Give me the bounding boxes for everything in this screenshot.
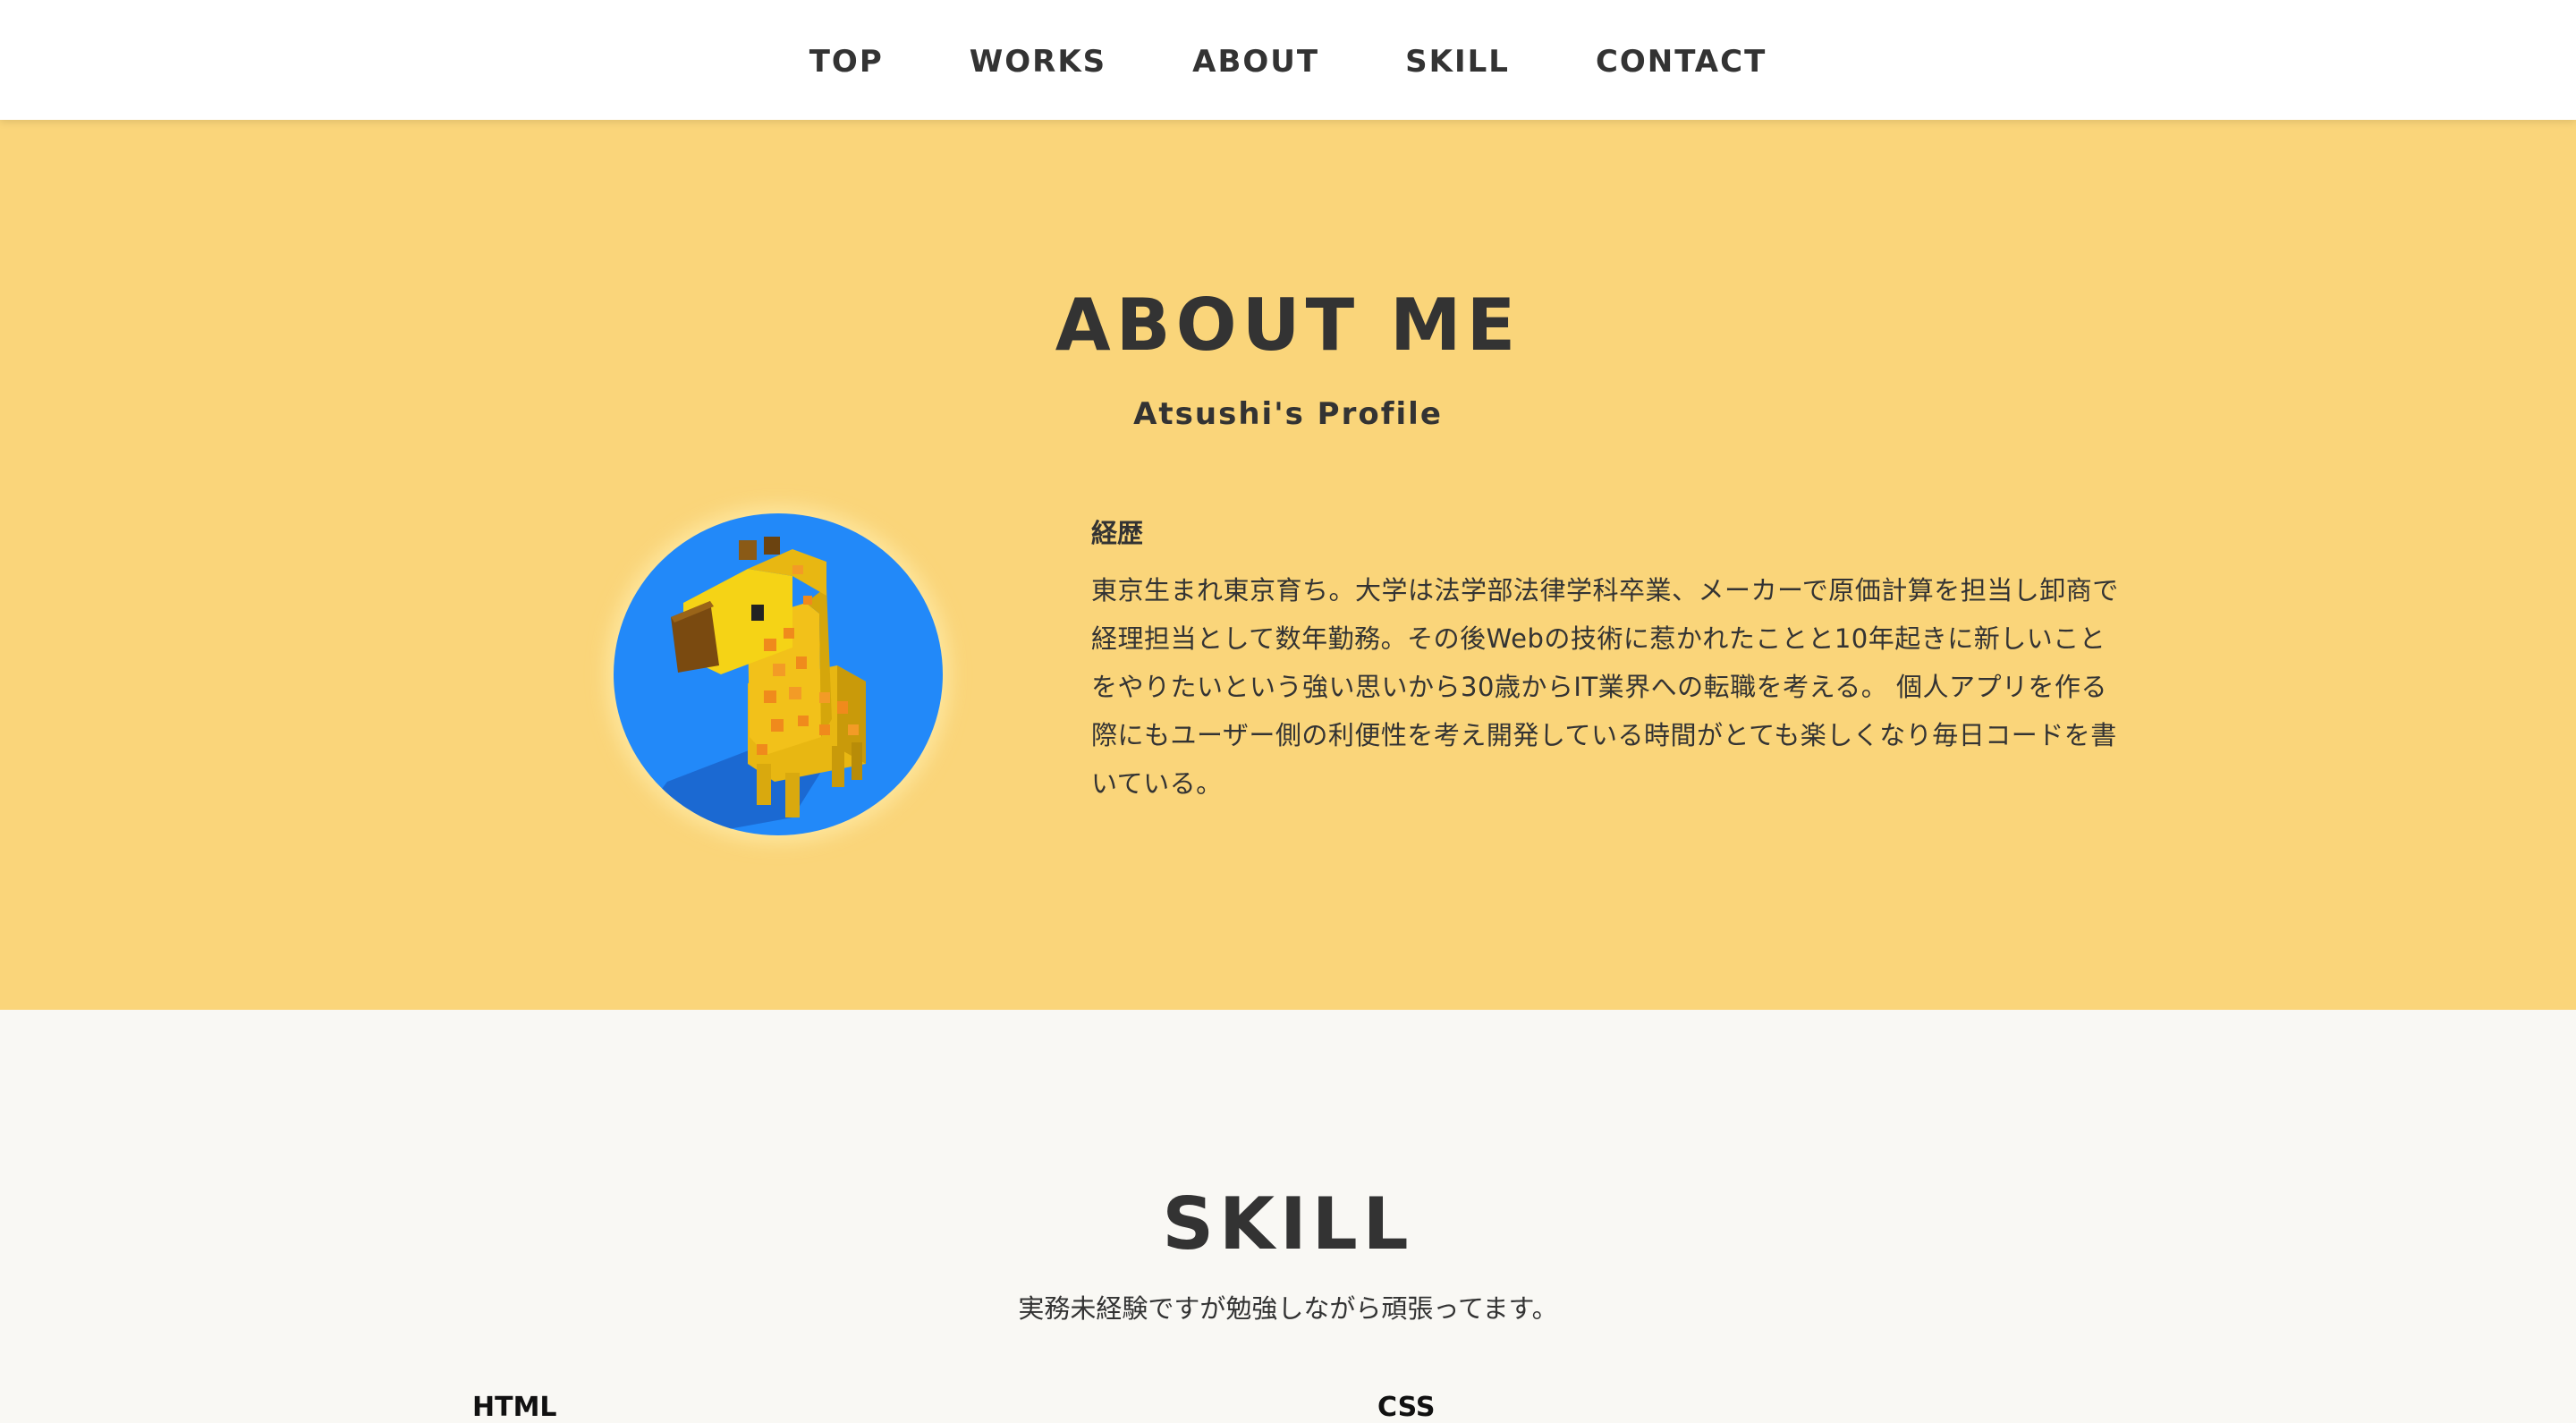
skill-subtitle: 実務未経験ですが勉強しながら頑張ってます。 [1018,1293,1558,1324]
skill-title: SKILL [1162,1182,1414,1266]
about-title: ABOUT ME [1055,284,1521,367]
site-header: TOP WORKS ABOUT SKILL CONTACT [0,0,2576,120]
about-subtitle: Atsushi's Profile [1133,396,1443,432]
main-nav: TOP WORKS ABOUT SKILL CONTACT [0,0,2576,120]
skill-label-html: HTML [472,1392,557,1423]
skill-section: SKILL 実務未経験ですが勉強しながら頑張ってます。 HTML CSS [0,1010,2576,1421]
nav-item-top[interactable]: TOP [809,44,884,80]
career-heading: 経歴 [1091,518,1144,548]
nav-item-skill[interactable]: SKILL [1405,44,1510,80]
nav-item-contact[interactable]: CONTACT [1596,44,1767,80]
nav-item-about[interactable]: ABOUT [1192,44,1319,80]
career-block: 経歴 東京生まれ東京育ち。大学は法学部法律学科卒業、メーカーで原価計算を担当し卸… [1091,521,2120,808]
about-section: ABOUT ME Atsushi's Profile 経歴 東京生まれ東京育ち。… [0,120,2576,1010]
avatar [614,513,943,835]
giraffe-voxel-icon [640,537,866,835]
skill-label-css: CSS [1377,1392,1436,1423]
career-text: 東京生まれ東京育ち。大学は法学部法律学科卒業、メーカーで原価計算を担当し卸商で経… [1091,575,2119,799]
nav-item-works[interactable]: WORKS [970,44,1106,80]
